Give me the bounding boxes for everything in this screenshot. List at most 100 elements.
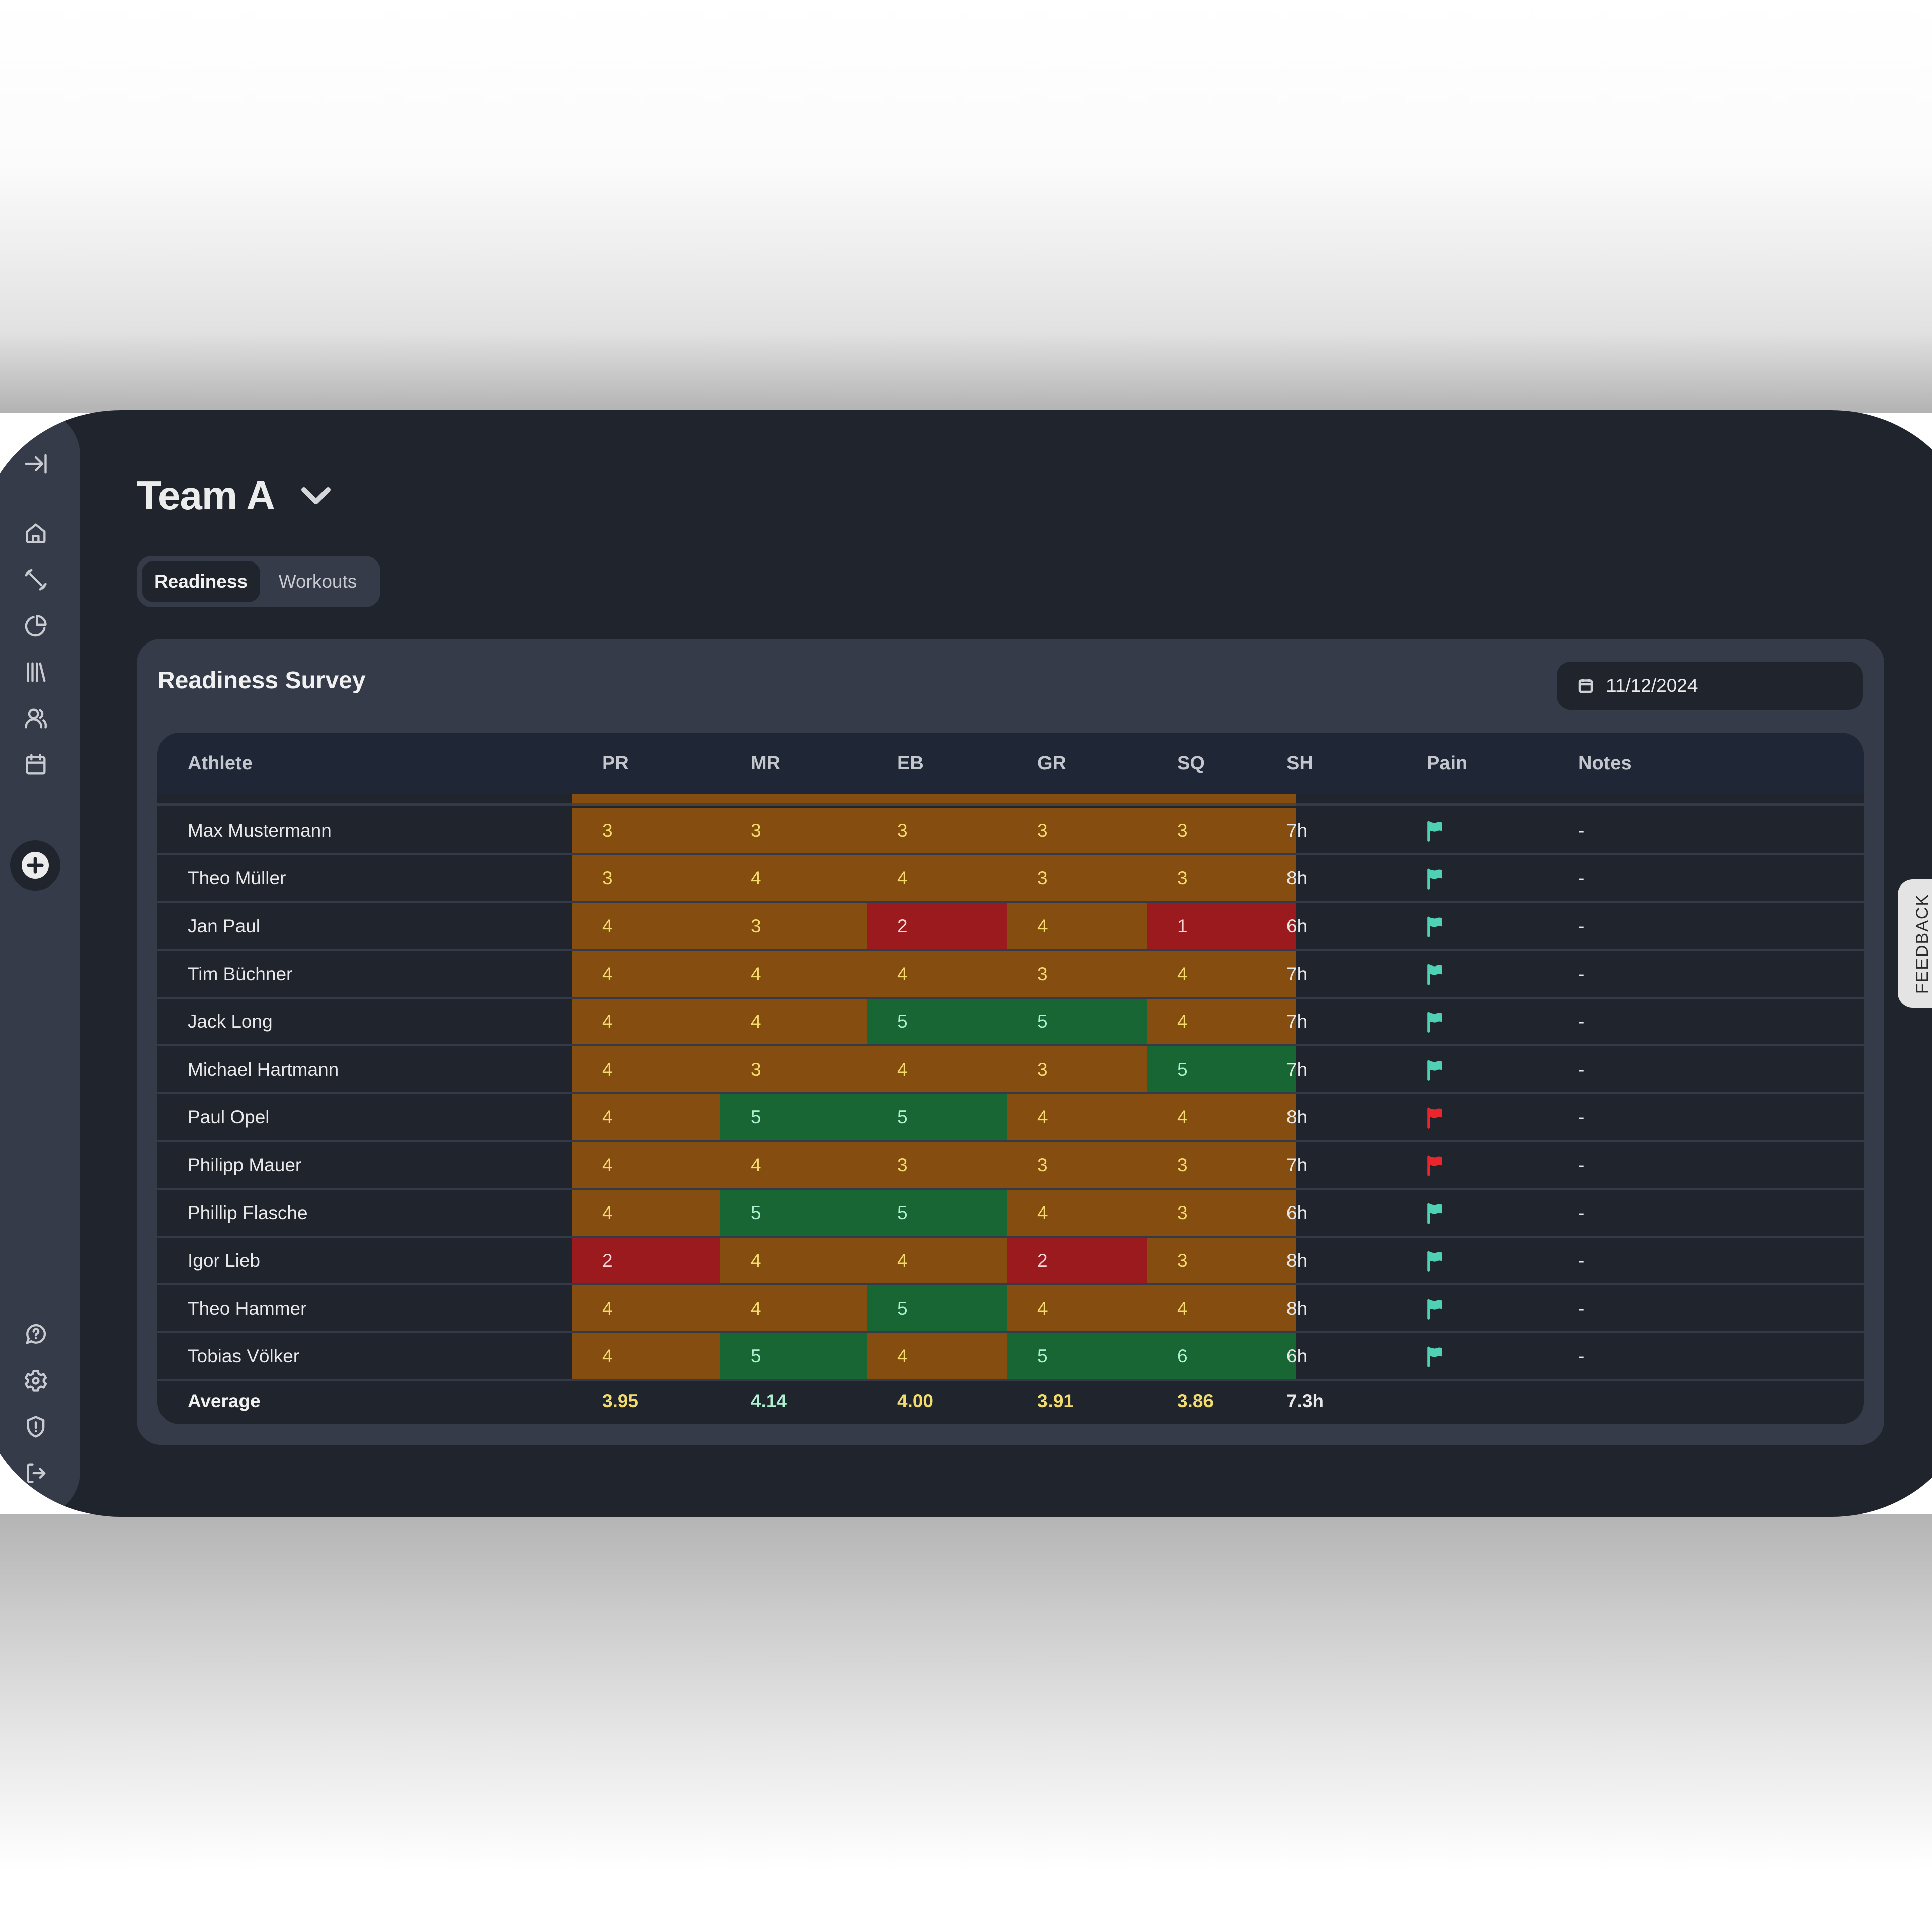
sidebar-item-settings[interactable] xyxy=(21,1366,50,1395)
tab-workouts[interactable]: Workouts xyxy=(260,561,375,602)
table-row[interactable]: Philipp Mauer 4 4 3 3 3 7h - xyxy=(157,1142,1864,1190)
score-cell-gr: 5 xyxy=(1007,999,1147,1044)
column-header-eb[interactable]: EB xyxy=(897,753,924,774)
add-button[interactable] xyxy=(10,840,60,891)
sidebar-item-help[interactable] xyxy=(21,1320,50,1349)
score-cell-eb: 5 xyxy=(867,1285,1007,1331)
date-value: 11/12/2024 xyxy=(1606,675,1698,696)
plus-circle-icon xyxy=(27,857,44,874)
sidebar-item-home[interactable] xyxy=(21,519,50,548)
score-cell-mr: 5 xyxy=(720,1190,867,1236)
score-cell-pr: 4 xyxy=(572,1046,720,1092)
score-cell-pr: 3 xyxy=(572,808,720,853)
view-tabs: Readiness Workouts xyxy=(137,556,380,607)
notes-value: - xyxy=(1578,915,1585,936)
column-header-pain[interactable]: Pain xyxy=(1427,753,1467,774)
pain-flag-icon[interactable] xyxy=(1427,951,1447,997)
sidebar-item-workouts[interactable] xyxy=(21,565,50,594)
score-cell-mr: 5 xyxy=(720,1094,867,1140)
score-cell-gr: 3 xyxy=(1007,808,1147,853)
table-row[interactable]: Theo Hammer 4 4 5 4 4 8h - xyxy=(157,1285,1864,1333)
pain-flag-icon[interactable] xyxy=(1427,999,1447,1044)
tab-readiness[interactable]: Readiness xyxy=(142,561,260,602)
score-cell-mr: 3 xyxy=(720,808,867,853)
table-row[interactable]: Jack Long 4 4 5 5 4 7h - xyxy=(157,999,1864,1046)
team-selector[interactable]: Team A xyxy=(137,465,331,526)
users-icon xyxy=(25,708,47,729)
collapse-sidebar-button[interactable] xyxy=(21,449,50,478)
score-cell-sq: 1 xyxy=(1147,903,1296,949)
table-row[interactable]: Max Mustermann 3 3 3 3 3 7h - xyxy=(157,808,1864,855)
feedback-tab[interactable]: FEEDBACK xyxy=(1898,879,1932,1008)
sidebar-item-calendar[interactable] xyxy=(21,750,50,779)
sleep-hours: 6h xyxy=(1286,1345,1308,1366)
athlete-name: Theo Hammer xyxy=(188,1298,307,1319)
pain-flag-icon[interactable] xyxy=(1427,1285,1447,1331)
score-cell-pr: 4 xyxy=(572,1190,720,1236)
table-row[interactable]: Igor Lieb 2 4 4 2 3 8h - xyxy=(157,1238,1864,1285)
score-cell-gr: 3 xyxy=(1007,951,1147,997)
pain-flag-icon[interactable] xyxy=(1427,855,1447,901)
pain-flag-icon[interactable] xyxy=(1427,1333,1447,1379)
column-header-sh[interactable]: SH xyxy=(1286,753,1313,774)
sidebar-item-analytics[interactable] xyxy=(21,611,50,640)
sleep-hours: 6h xyxy=(1286,1202,1308,1223)
notes-value: - xyxy=(1578,1202,1585,1223)
score-cell-sq: 5 xyxy=(1147,1046,1296,1092)
column-header-pr[interactable]: PR xyxy=(602,753,629,774)
sidebar-item-athletes[interactable] xyxy=(21,704,50,733)
column-header-gr[interactable]: GR xyxy=(1037,753,1066,774)
table-row[interactable]: Tobias Völker 4 5 4 5 6 6h - xyxy=(157,1333,1864,1381)
date-picker[interactable]: 11/12/2024 xyxy=(1557,662,1863,710)
pain-flag-icon[interactable] xyxy=(1427,1046,1447,1092)
notes-value: - xyxy=(1578,820,1585,841)
score-cell-sq: 3 xyxy=(1147,1190,1296,1236)
athlete-name: Philipp Mauer xyxy=(188,1154,302,1175)
table-row[interactable]: Tim Büchner 4 4 4 3 4 7h - xyxy=(157,951,1864,999)
athlete-name: Phillip Flasche xyxy=(188,1202,308,1223)
score-cell-eb: 5 xyxy=(867,1094,1007,1140)
average-gr: 3.91 xyxy=(1037,1390,1074,1411)
pain-flag-icon[interactable] xyxy=(1427,1238,1447,1283)
pain-flag-icon[interactable] xyxy=(1427,1142,1447,1188)
pain-flag-icon[interactable] xyxy=(1427,1190,1447,1236)
column-header-sq[interactable]: SQ xyxy=(1177,753,1205,774)
table-row[interactable]: Paul Opel 4 5 5 4 4 8h - xyxy=(157,1094,1864,1142)
score-cell-mr: 4 xyxy=(720,1142,867,1188)
score-cell-mr: 4 xyxy=(720,999,867,1044)
table-row[interactable]: Michael Hartmann 4 3 4 3 5 7h - xyxy=(157,1046,1864,1094)
score-cell-eb: 5 xyxy=(867,999,1007,1044)
table-row[interactable]: Phillip Flasche 4 5 5 4 3 6h - xyxy=(157,1190,1864,1238)
pain-flag-icon[interactable] xyxy=(1427,903,1447,949)
score-cell-eb: 4 xyxy=(867,951,1007,997)
notes-value: - xyxy=(1578,1154,1585,1175)
sidebar-item-logout[interactable] xyxy=(21,1459,50,1488)
sleep-hours: 8h xyxy=(1286,867,1308,889)
average-label: Average xyxy=(188,1390,261,1411)
pain-flag-icon[interactable] xyxy=(1427,808,1447,853)
column-header-notes[interactable]: Notes xyxy=(1578,753,1632,774)
score-cell-sq: 3 xyxy=(1147,1238,1296,1283)
score-cell-sq: 4 xyxy=(1147,951,1296,997)
column-header-athlete[interactable]: Athlete xyxy=(188,753,253,774)
home-icon xyxy=(26,523,46,543)
chevron-down-icon[interactable] xyxy=(301,486,331,506)
shield-alert-icon xyxy=(27,1416,45,1438)
library-icon xyxy=(27,662,46,682)
column-header-mr[interactable]: MR xyxy=(751,753,780,774)
athlete-name: Jan Paul xyxy=(188,915,260,936)
sleep-hours: 6h xyxy=(1286,915,1308,936)
score-cell-sq: 6 xyxy=(1147,1333,1296,1379)
athlete-name: Theo Müller xyxy=(188,867,286,889)
average-eb: 4.00 xyxy=(897,1390,934,1411)
pain-flag-icon[interactable] xyxy=(1427,1094,1447,1140)
athlete-name: Tobias Völker xyxy=(188,1345,300,1366)
sidebar-item-library[interactable] xyxy=(21,658,50,687)
card-title: Readiness Survey xyxy=(157,667,366,694)
readiness-survey-card: Readiness Survey 11/12/2024 Athlete PR MR E… xyxy=(137,639,1884,1445)
table-row[interactable]: Theo Müller 3 4 4 3 3 8h - xyxy=(157,855,1864,903)
sleep-hours: 8h xyxy=(1286,1298,1308,1319)
sidebar-item-privacy[interactable] xyxy=(21,1412,50,1441)
table-row[interactable]: Jan Paul 4 3 2 4 1 6h - xyxy=(157,903,1864,951)
notes-value: - xyxy=(1578,1106,1585,1128)
